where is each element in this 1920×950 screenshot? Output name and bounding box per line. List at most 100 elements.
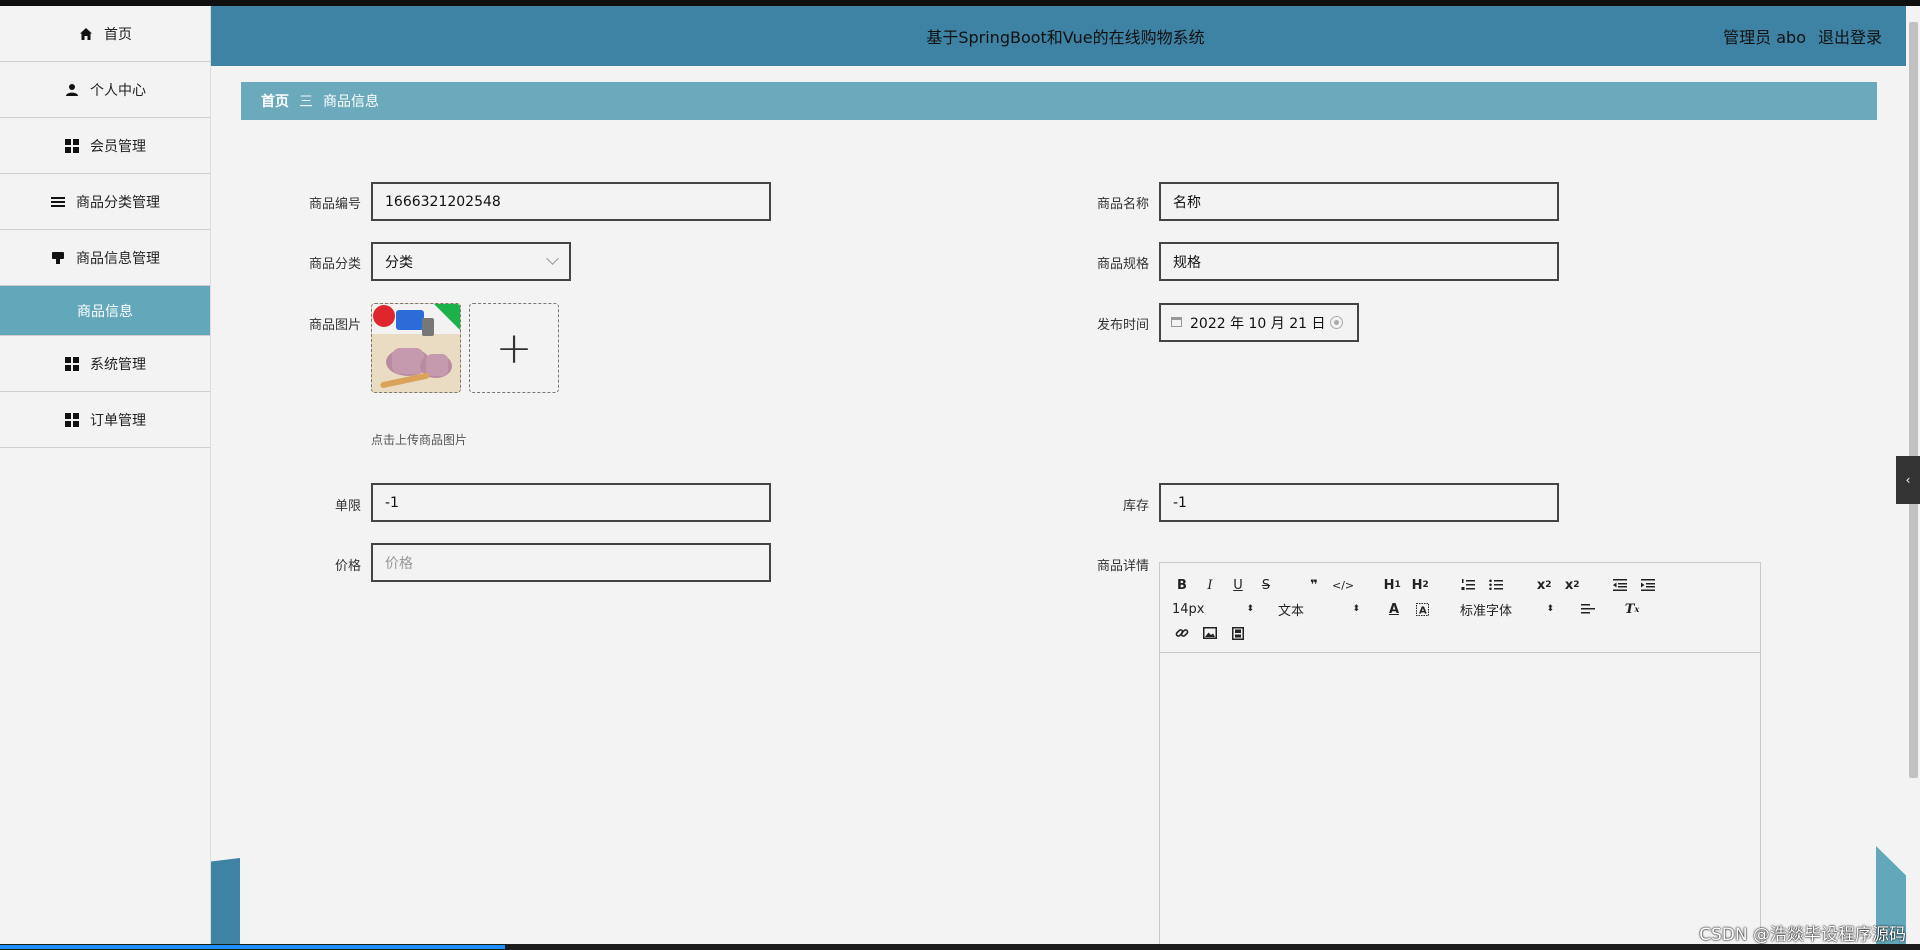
sidebar-item-orders[interactable]: 订单管理 (0, 392, 210, 448)
logout-link[interactable]: 退出登录 (1818, 24, 1882, 48)
align-left-icon[interactable] (1578, 598, 1598, 620)
sidebar-item-profile[interactable]: 个人中心 (0, 62, 210, 118)
rich-text-editor: B I U S ❞ </> H1 H2 x2 x2 14px ⬍ 文本 ⬍ A … (1159, 562, 1761, 944)
watermark-text: CSDN @浩燚毕设程序源码 (1699, 925, 1906, 945)
publish-time-picker[interactable]: 2022 年 10 月 21 日 (1159, 303, 1359, 342)
background-color-icon[interactable]: A (1412, 598, 1432, 620)
home-icon (78, 26, 94, 42)
indent-icon[interactable] (1638, 574, 1658, 596)
strikethrough-icon[interactable]: S (1256, 574, 1276, 596)
subscript-icon[interactable]: x2 (1534, 574, 1554, 596)
updown-icon: ⬍ (1246, 603, 1254, 614)
breadcrumb-current: 商品信息 (323, 94, 379, 110)
plus-icon: + (495, 322, 533, 374)
sidebar-item-product-mgmt[interactable]: 商品信息管理 (0, 230, 210, 286)
sidebar-item-members[interactable]: 会员管理 (0, 118, 210, 174)
bold-icon[interactable]: B (1172, 574, 1192, 596)
editor-toolbar: B I U S ❞ </> H1 H2 x2 x2 14px ⬍ 文本 ⬍ A … (1160, 563, 1760, 653)
user-label: 管理员 abo (1723, 28, 1806, 47)
sidebar-subitem-label: 商品信息 (77, 303, 133, 320)
sidebar-item-label: 订单管理 (90, 412, 146, 429)
updown-icon: ⬍ (1352, 603, 1360, 614)
product-name-label: 商品名称 (1096, 197, 1149, 212)
toolbar-row (1172, 621, 1748, 645)
bullet-list-icon[interactable] (1486, 574, 1506, 596)
publish-time-value: 2022 年 10 月 21 日 (1190, 315, 1326, 332)
breadcrumb-home[interactable]: 首页 (261, 91, 289, 111)
sidebar-item-label: 首页 (104, 26, 132, 43)
font-size-select[interactable]: 14px ⬍ (1172, 598, 1254, 620)
app-title: 基于SpringBoot和Vue的在线购物系统 (926, 28, 1205, 47)
spec-label: 商品规格 (1096, 257, 1149, 272)
blockquote-icon[interactable]: ❞ (1304, 574, 1324, 596)
toolbar-row: 14px ⬍ 文本 ⬍ A A 标准字体 ⬍ Tx (1172, 597, 1748, 621)
price-input[interactable]: 价格 (371, 543, 771, 582)
link-icon[interactable] (1172, 622, 1192, 644)
price-label: 价格 (334, 559, 361, 574)
sidebar-item-label: 系统管理 (90, 356, 146, 373)
user-area: 管理员 abo 退出登录 (1723, 6, 1882, 66)
product-code-input[interactable]: 1666321202548 (371, 182, 771, 221)
heading1-icon[interactable]: H1 (1382, 574, 1402, 596)
category-select-value: 分类 (385, 254, 413, 271)
updown-icon: ⬍ (1546, 603, 1554, 614)
sidebar-subitem-product-info[interactable]: 商品信息 (0, 286, 210, 336)
grid-icon (64, 138, 80, 154)
sidebar-item-home[interactable]: 首页 (0, 6, 210, 62)
font-size-value: 14px (1172, 601, 1205, 617)
font-family-value: 标准字体 (1460, 603, 1513, 619)
svg-text:A: A (1419, 605, 1427, 616)
block-type-select[interactable]: 文本 ⬍ (1278, 598, 1360, 620)
video-progress-fill (0, 945, 505, 949)
chevron-left-icon: ‹ (1905, 473, 1911, 487)
app-window: 首页 个人中心 会员管理 商品分类管理 商品信息管理 商品信息 系统管理 订单管… (0, 6, 1920, 944)
category-label: 商品分类 (308, 257, 361, 272)
block-type-value: 文本 (1278, 603, 1305, 619)
outdent-icon[interactable] (1610, 574, 1630, 596)
spec-input[interactable]: 规格 (1159, 242, 1559, 281)
image-label: 商品图片 (308, 318, 361, 333)
ordered-list-icon[interactable] (1458, 574, 1478, 596)
sidebar-item-system[interactable]: 系统管理 (0, 336, 210, 392)
sidebar-item-label: 会员管理 (90, 138, 146, 155)
editor-content-area[interactable] (1160, 653, 1760, 944)
upload-hint: 点击上传商品图片 (371, 433, 468, 447)
details-label: 商品详情 (1096, 559, 1149, 574)
uploaded-image-thumbnail[interactable] (371, 303, 461, 393)
font-color-icon[interactable]: A (1384, 598, 1404, 620)
toolbar-row: B I U S ❞ </> H1 H2 x2 x2 (1172, 573, 1748, 597)
video-icon[interactable] (1228, 622, 1248, 644)
decorative-shape (211, 858, 240, 944)
publish-time-label: 发布时间 (1096, 318, 1149, 333)
collapse-panel-button[interactable]: ‹ (1896, 456, 1920, 504)
category-select[interactable]: 分类 (371, 242, 571, 281)
superscript-icon[interactable]: x2 (1562, 574, 1582, 596)
underline-icon[interactable]: U (1228, 574, 1248, 596)
grid-icon (64, 356, 80, 372)
sidebar-item-label: 商品分类管理 (76, 194, 160, 211)
product-name-input[interactable]: 名称 (1159, 182, 1559, 221)
stock-label: 库存 (1122, 499, 1149, 514)
calendar-icon (1171, 316, 1182, 330)
clear-format-icon[interactable]: Tx (1622, 598, 1642, 620)
image-icon[interactable] (1200, 622, 1220, 644)
limit-label: 单限 (334, 499, 361, 514)
limit-input[interactable]: -1 (371, 483, 771, 522)
sidebar: 首页 个人中心 会员管理 商品分类管理 商品信息管理 商品信息 系统管理 订单管… (0, 6, 211, 944)
code-block-icon[interactable]: </> (1332, 574, 1354, 596)
list-icon (50, 194, 66, 210)
sidebar-item-label: 个人中心 (90, 82, 146, 99)
product-icon (50, 250, 66, 266)
italic-icon[interactable]: I (1200, 574, 1220, 596)
scrollbar-thumb[interactable] (1909, 22, 1918, 778)
grid-icon (64, 412, 80, 428)
heading2-icon[interactable]: H2 (1410, 574, 1430, 596)
sidebar-item-category-mgmt[interactable]: 商品分类管理 (0, 174, 210, 230)
upload-add-button[interactable]: + (469, 303, 559, 393)
stock-input[interactable]: -1 (1159, 483, 1559, 522)
breadcrumb-separator: 三 (299, 94, 313, 110)
user-icon (64, 82, 80, 98)
font-family-select[interactable]: 标准字体 ⬍ (1460, 598, 1554, 620)
clear-icon[interactable] (1330, 316, 1343, 329)
sidebar-item-label: 商品信息管理 (76, 250, 160, 267)
